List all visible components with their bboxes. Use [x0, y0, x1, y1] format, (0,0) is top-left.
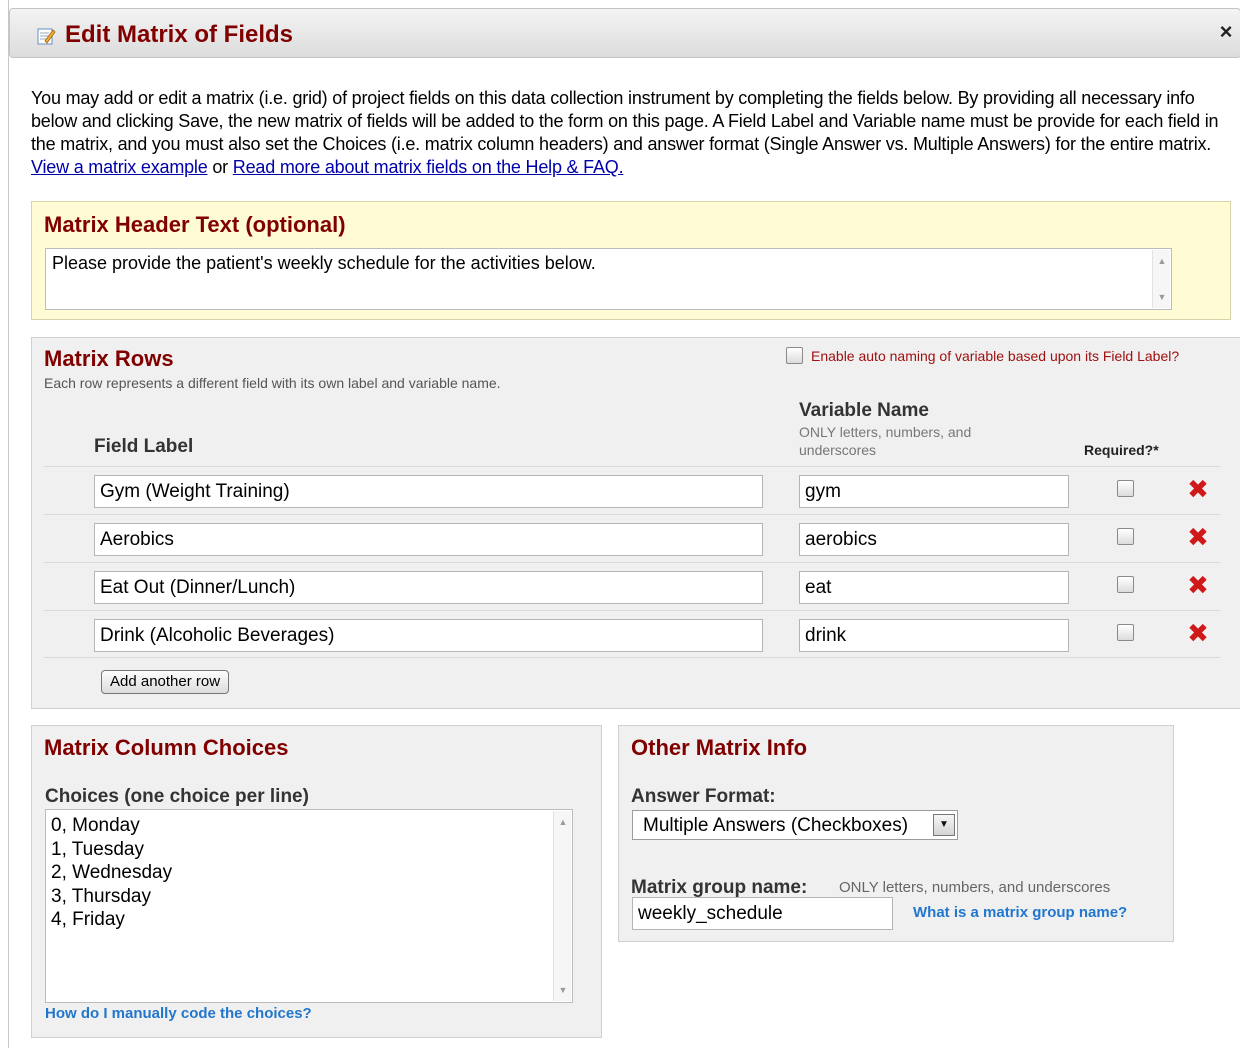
variable-name-input[interactable]	[799, 523, 1069, 556]
delete-x-icon[interactable]: ✖	[1184, 571, 1212, 599]
required-checkbox[interactable]	[1117, 576, 1134, 593]
choice-line: 3, Thursday	[51, 885, 151, 907]
matrix-choices-title: Matrix Column Choices	[44, 735, 289, 760]
scroll-down-icon[interactable]: ▼	[554, 982, 572, 998]
edit-form-icon	[37, 28, 56, 45]
intro-or: or	[212, 157, 228, 177]
other-info-title: Other Matrix Info	[631, 735, 808, 760]
header-scrollbar[interactable]: ▲ ▼	[1152, 250, 1170, 308]
manual-code-help-link[interactable]: How do I manually code the choices?	[45, 1005, 312, 1022]
intro-text: You may add or edit a matrix (i.e. grid)…	[31, 87, 1231, 179]
required-checkbox[interactable]	[1117, 480, 1134, 497]
field-label-input[interactable]	[94, 523, 763, 556]
scroll-down-icon[interactable]: ▼	[1153, 289, 1171, 305]
choices-label: Choices (one choice per line)	[45, 786, 309, 807]
matrix-row: ✖	[44, 514, 1220, 562]
choices-textarea[interactable]: 0, Monday 1, Tuesday 2, Wednesday 3, Thu…	[45, 809, 573, 1003]
chevron-down-icon[interactable]: ▼	[933, 814, 955, 836]
choice-line: 0, Monday	[51, 815, 140, 836]
variable-name-input[interactable]	[799, 571, 1069, 604]
group-name-label: Matrix group name:	[631, 877, 808, 898]
field-label-input[interactable]	[94, 619, 763, 652]
choice-line: 4, Friday	[51, 909, 125, 930]
auto-naming-label: Enable auto naming of variable based upo…	[811, 347, 1180, 364]
view-example-link[interactable]: View a matrix example	[31, 157, 208, 177]
required-checkbox[interactable]	[1117, 528, 1134, 545]
field-label-input[interactable]	[94, 571, 763, 604]
group-name-input[interactable]	[632, 897, 893, 930]
field-label-input[interactable]	[94, 475, 763, 508]
matrix-header-textarea[interactable]: Please provide the patient's weekly sche…	[45, 248, 1172, 310]
required-header: Required?*	[1084, 442, 1159, 458]
required-checkbox[interactable]	[1117, 624, 1134, 641]
answer-format-value: Multiple Answers (Checkboxes)	[643, 815, 909, 836]
variable-name-input[interactable]	[799, 619, 1069, 652]
dialog-titlebar: Edit Matrix of Fields ×	[9, 8, 1240, 58]
group-name-help-link[interactable]: What is a matrix group name?	[913, 904, 1127, 921]
field-label-header: Field Label	[94, 436, 194, 457]
choices-list: 0, Monday 1, Tuesday 2, Wednesday 3, Thu…	[51, 814, 172, 932]
matrix-row: ✖	[44, 562, 1220, 610]
variable-name-input[interactable]	[799, 475, 1069, 508]
matrix-choices-section: Matrix Column Choices Choices (one choic…	[31, 725, 602, 1038]
matrix-rows-subtitle: Each row represents a different field wi…	[44, 375, 501, 391]
answer-format-label: Answer Format:	[631, 786, 776, 807]
scroll-up-icon[interactable]: ▲	[554, 814, 572, 830]
intro-paragraph: You may add or edit a matrix (i.e. grid)…	[31, 88, 1219, 154]
variable-name-hint: ONLY letters, numbers, and underscores	[799, 424, 972, 458]
matrix-header-value: Please provide the patient's weekly sche…	[52, 253, 596, 273]
dialog-title: Edit Matrix of Fields	[65, 21, 294, 48]
choice-line: 1, Tuesday	[51, 838, 144, 860]
auto-naming-option[interactable]: Enable auto naming of variable based upo…	[786, 347, 1179, 364]
matrix-row: ✖	[44, 610, 1220, 658]
close-icon[interactable]: ×	[1214, 19, 1238, 45]
group-name-hint: ONLY letters, numbers, and underscores	[839, 879, 1111, 896]
matrix-rows-title: Matrix Rows	[44, 346, 174, 371]
choice-line: 2, Wednesday	[51, 862, 173, 883]
matrix-header-section: Matrix Header Text (optional) Please pro…	[31, 201, 1231, 320]
matrix-row: ✖	[44, 466, 1220, 514]
delete-x-icon[interactable]: ✖	[1184, 523, 1212, 551]
matrix-rows-section: Matrix Rows Each row represents a differ…	[31, 337, 1240, 709]
choices-scrollbar[interactable]: ▲ ▼	[553, 811, 571, 1001]
matrix-header-title: Matrix Header Text (optional)	[44, 212, 346, 237]
scroll-up-icon[interactable]: ▲	[1153, 253, 1171, 269]
delete-x-icon[interactable]: ✖	[1184, 475, 1212, 503]
auto-naming-checkbox[interactable]	[786, 347, 803, 364]
help-faq-link[interactable]: Read more about matrix fields on the Hel…	[233, 157, 624, 177]
answer-format-select[interactable]: Multiple Answers (Checkboxes) ▼	[632, 810, 958, 840]
other-matrix-info-section: Other Matrix Info Answer Format: Multipl…	[618, 725, 1174, 942]
add-row-button[interactable]: Add another row	[101, 670, 230, 694]
edit-matrix-dialog: Edit Matrix of Fields × You may add or e…	[8, 0, 1240, 1048]
delete-x-icon[interactable]: ✖	[1184, 619, 1212, 647]
variable-name-header: Variable Name	[799, 400, 929, 421]
